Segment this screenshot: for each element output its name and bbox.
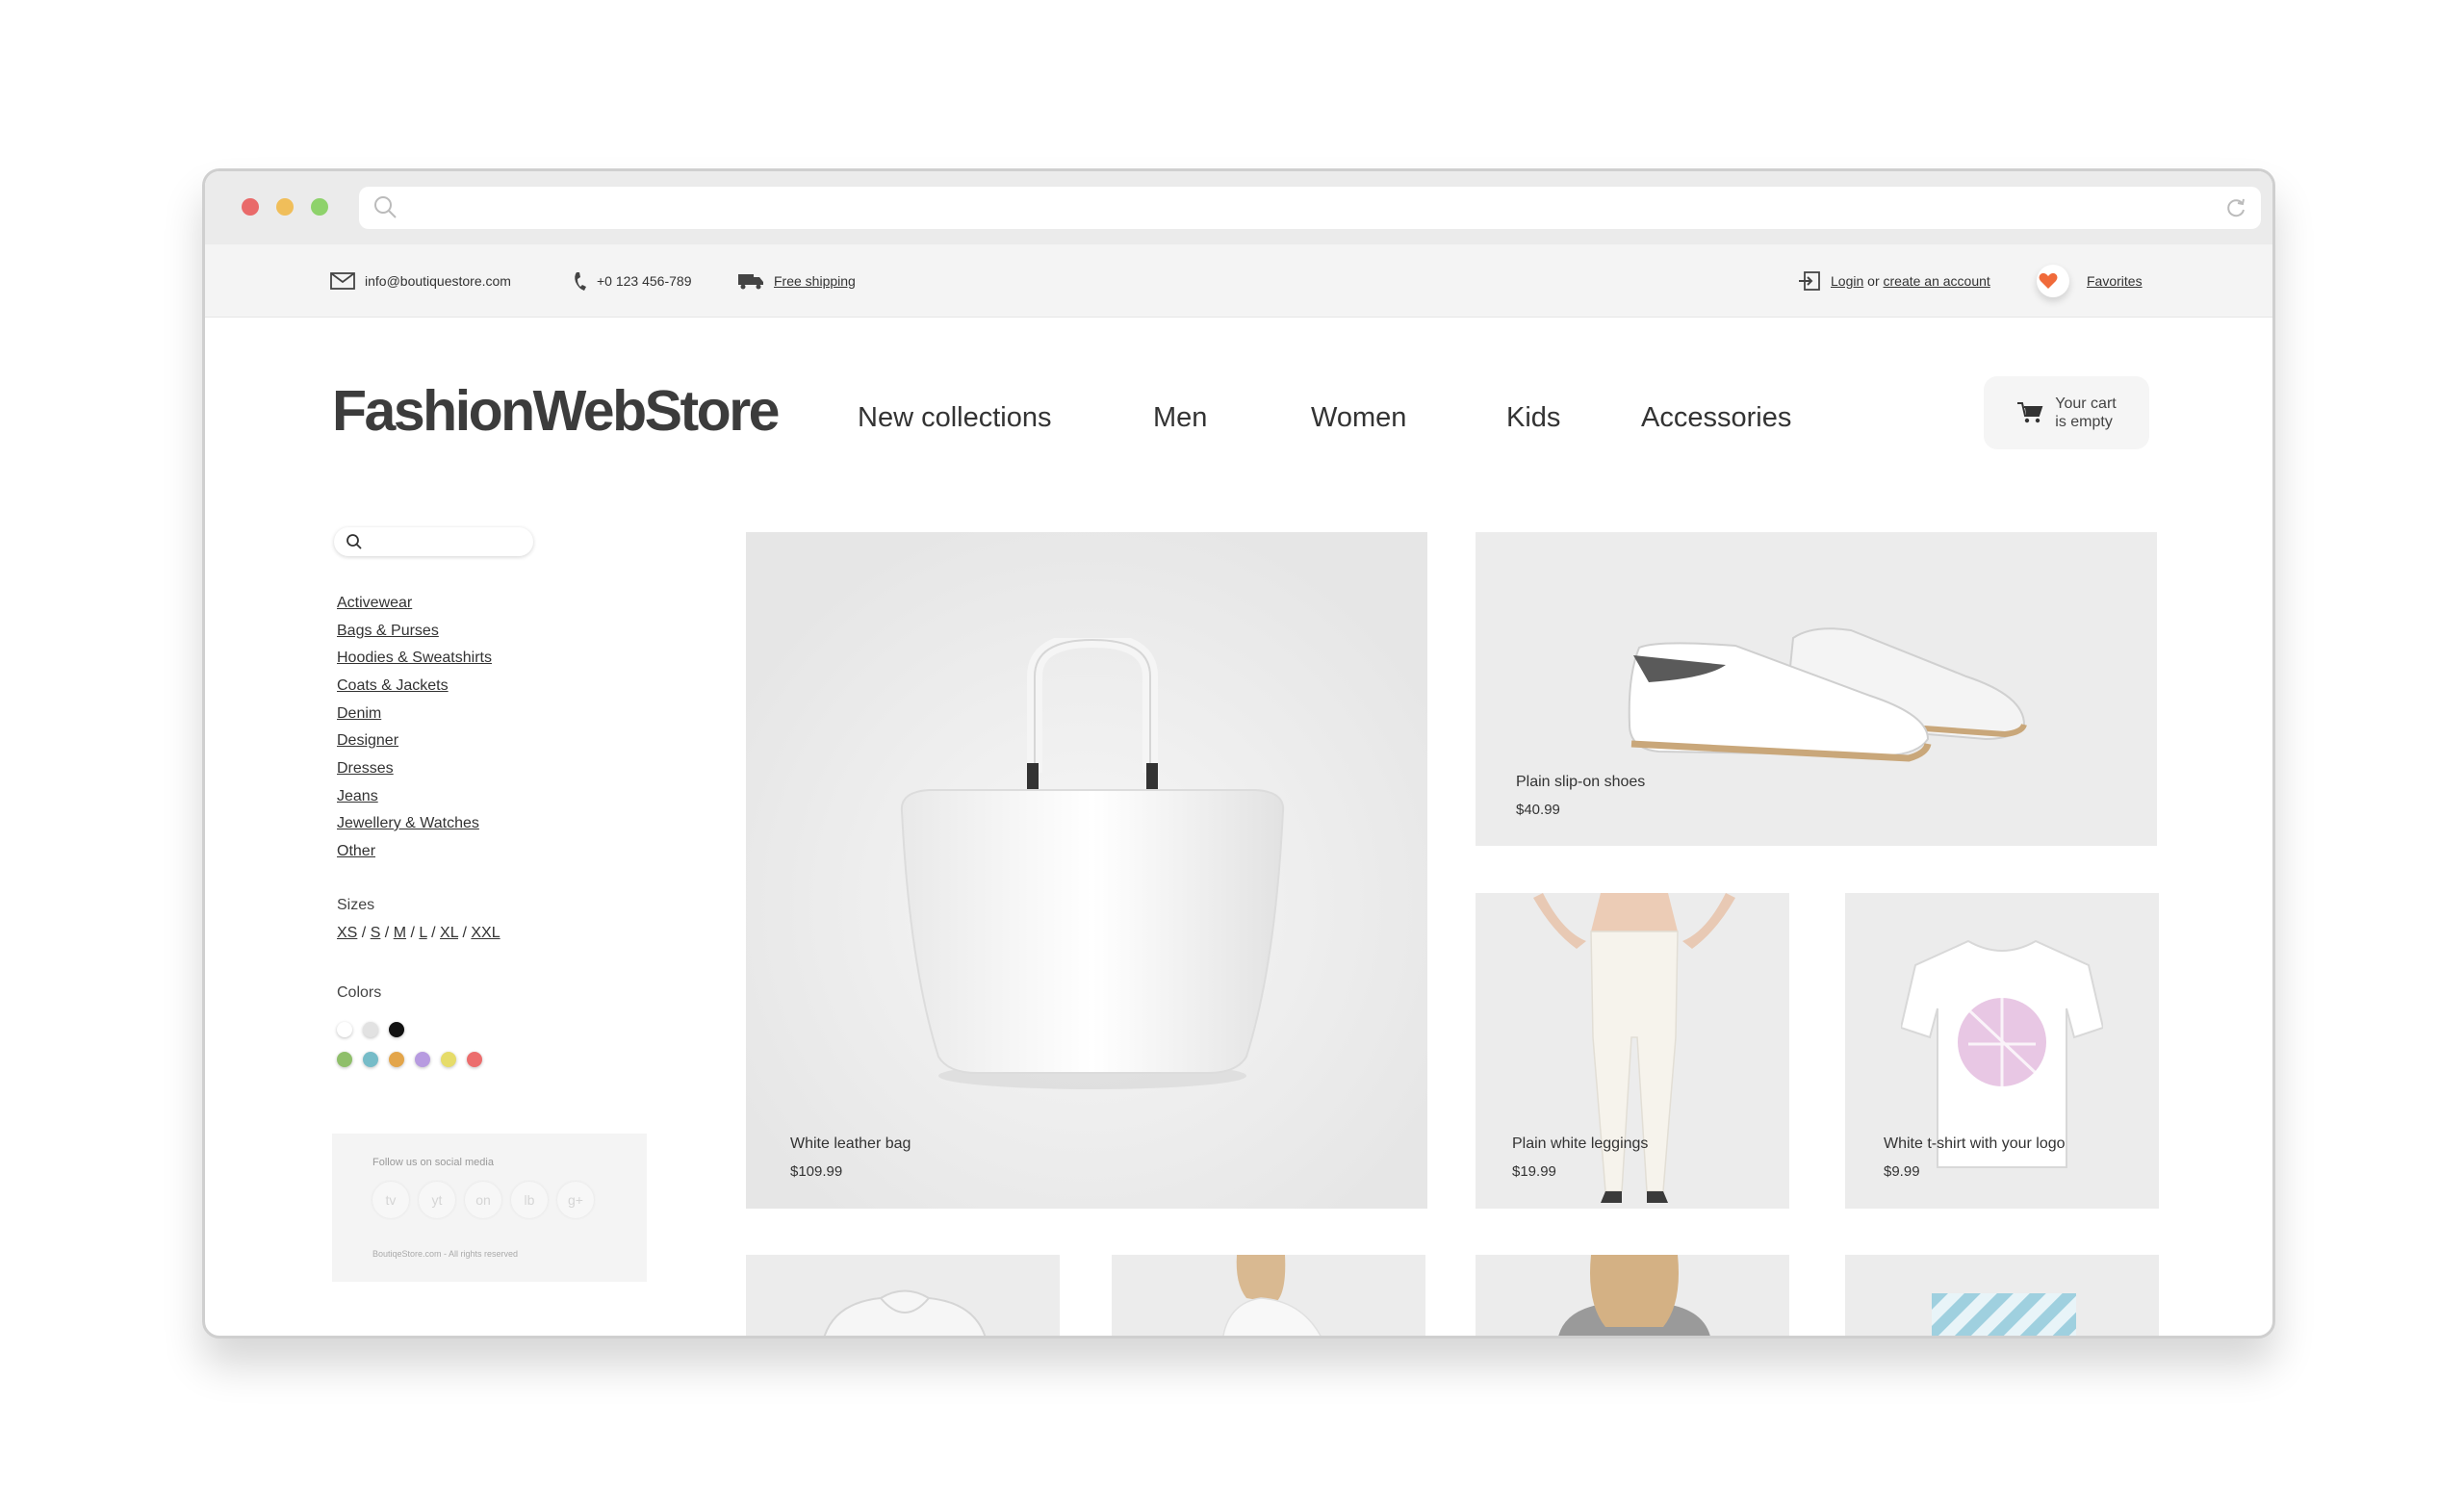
social-gplus-button[interactable]: g+ [557, 1182, 594, 1218]
hoodie-image [823, 1289, 987, 1336]
size-s[interactable]: S [371, 925, 381, 941]
browser-window: info@boutiquestore.com +0 123 456-789 Fr… [202, 168, 2275, 1339]
size-selector: XS / S / M / L / XL / XXL [337, 925, 500, 941]
login-area: Login or create an account [1798, 244, 1990, 317]
product-price: $40.99 [1516, 802, 1560, 818]
login-or-text: or [1863, 272, 1884, 289]
login-icon [1799, 270, 1820, 291]
category-jewellery-watches[interactable]: Jewellery & Watches [337, 815, 479, 832]
category-other[interactable]: Other [337, 843, 375, 860]
category-coats-jackets[interactable]: Coats & Jackets [337, 677, 449, 695]
cart-icon [2017, 402, 2043, 423]
create-account-link[interactable]: create an account [1884, 273, 1990, 289]
white-bag-image [900, 638, 1285, 1089]
color-swatch[interactable] [467, 1052, 482, 1067]
cart-status: Your cart is empty [2055, 395, 2116, 431]
cart-line-2: is empty [2055, 414, 2113, 430]
social-lb-button[interactable]: lb [511, 1182, 548, 1218]
size-xs[interactable]: XS [337, 925, 357, 941]
product-card-accessory[interactable] [1845, 1255, 2159, 1336]
top-info-bar: info@boutiquestore.com +0 123 456-789 Fr… [205, 244, 2272, 318]
social-title: Follow us on social media [372, 1157, 494, 1168]
color-swatch[interactable] [389, 1052, 404, 1067]
nav-new-collections[interactable]: New collections [858, 402, 1051, 434]
browser-titlebar [205, 171, 2272, 244]
email-link[interactable]: info@boutiquestore.com [330, 244, 511, 317]
color-swatch[interactable] [363, 1022, 378, 1037]
social-media-box: Follow us on social media tv yt on lb g+… [332, 1134, 647, 1282]
color-swatch[interactable] [337, 1022, 352, 1037]
product-card-leggings[interactable]: Plain white leggings $19.99 [1476, 893, 1789, 1209]
category-activewear[interactable]: Activewear [337, 595, 412, 612]
category-jeans[interactable]: Jeans [337, 788, 378, 805]
nav-women[interactable]: Women [1311, 402, 1406, 434]
product-card-hoodie[interactable] [746, 1255, 1060, 1336]
product-price: $19.99 [1512, 1163, 1556, 1180]
category-denim[interactable]: Denim [337, 705, 381, 723]
minimize-window-button[interactable] [276, 198, 294, 216]
product-price: $109.99 [790, 1163, 843, 1180]
color-swatch[interactable] [415, 1052, 430, 1067]
email-text: info@boutiquestore.com [365, 272, 511, 289]
category-hoodies-sweatshirts[interactable]: Hoodies & Sweatshirts [337, 650, 492, 667]
color-swatch[interactable] [441, 1052, 456, 1067]
size-xl[interactable]: XL [440, 925, 458, 941]
search-icon [346, 534, 362, 549]
product-name: White leather bag [790, 1135, 911, 1152]
phone-icon [575, 271, 586, 291]
cart-button[interactable]: Your cart is empty [1984, 376, 2149, 449]
product-name: Plain slip-on shoes [1516, 774, 1646, 790]
truck-icon [738, 273, 763, 289]
size-m[interactable]: M [394, 925, 406, 941]
cart-line-1: Your cart [2055, 395, 2117, 412]
search-icon [374, 196, 397, 218]
woman-grey-top-image [1558, 1255, 1710, 1336]
size-xxl[interactable]: XXL [471, 925, 500, 941]
size-l[interactable]: L [419, 925, 426, 941]
favorites-text: Favorites [2087, 272, 2143, 289]
social-yt-button[interactable]: yt [419, 1182, 455, 1218]
phone-link[interactable]: +0 123 456-789 [574, 244, 691, 317]
product-card-woman-white[interactable] [1112, 1255, 1425, 1336]
woman-white-top-image [1222, 1255, 1322, 1336]
color-swatch[interactable] [389, 1022, 404, 1037]
nav-accessories[interactable]: Accessories [1641, 402, 1791, 434]
product-name: White t-shirt with your logo [1884, 1135, 2066, 1152]
close-window-button[interactable] [242, 198, 259, 216]
social-on-button[interactable]: on [465, 1182, 501, 1218]
product-name: Plain white leggings [1512, 1135, 1649, 1152]
free-shipping-text: Free shipping [774, 272, 856, 289]
sidebar-search-input[interactable] [334, 527, 533, 556]
nav-men[interactable]: Men [1153, 402, 1207, 434]
product-card-tshirt[interactable]: White t-shirt with your logo $9.99 [1845, 893, 2159, 1209]
product-price: $9.99 [1884, 1163, 1920, 1180]
colors-label: Colors [337, 984, 382, 1001]
product-card-shoes[interactable]: Plain slip-on shoes $40.99 [1476, 532, 2157, 846]
product-card-woman-grey[interactable] [1476, 1255, 1789, 1336]
login-link[interactable]: Login [1831, 273, 1863, 289]
maximize-window-button[interactable] [311, 198, 328, 216]
reload-icon[interactable] [2224, 196, 2247, 219]
favorites-link[interactable]: Favorites [2037, 244, 2143, 317]
heart-icon [2037, 264, 2069, 297]
sizes-label: Sizes [337, 897, 375, 913]
social-tv-button[interactable]: tv [372, 1182, 409, 1218]
category-dresses[interactable]: Dresses [337, 760, 394, 778]
slip-on-shoes-image [1628, 627, 2027, 762]
striped-box-image [1932, 1293, 2076, 1336]
color-swatch[interactable] [337, 1052, 352, 1067]
mail-icon [330, 271, 355, 290]
store-logo[interactable]: FashionWebStore [332, 378, 780, 444]
copyright-text: BoutiqeStore.com - All rights reserved [372, 1249, 519, 1259]
phone-text: +0 123 456-789 [597, 272, 692, 289]
free-shipping-link[interactable]: Free shipping [737, 244, 856, 317]
nav-kids[interactable]: Kids [1506, 402, 1560, 434]
product-card-bag[interactable]: White leather bag $109.99 [746, 532, 1427, 1209]
address-bar[interactable] [359, 187, 2261, 229]
category-bags-purses[interactable]: Bags & Purses [337, 623, 439, 640]
white-leggings-image [1533, 893, 1735, 1203]
color-swatch[interactable] [363, 1052, 378, 1067]
category-designer[interactable]: Designer [337, 732, 398, 750]
